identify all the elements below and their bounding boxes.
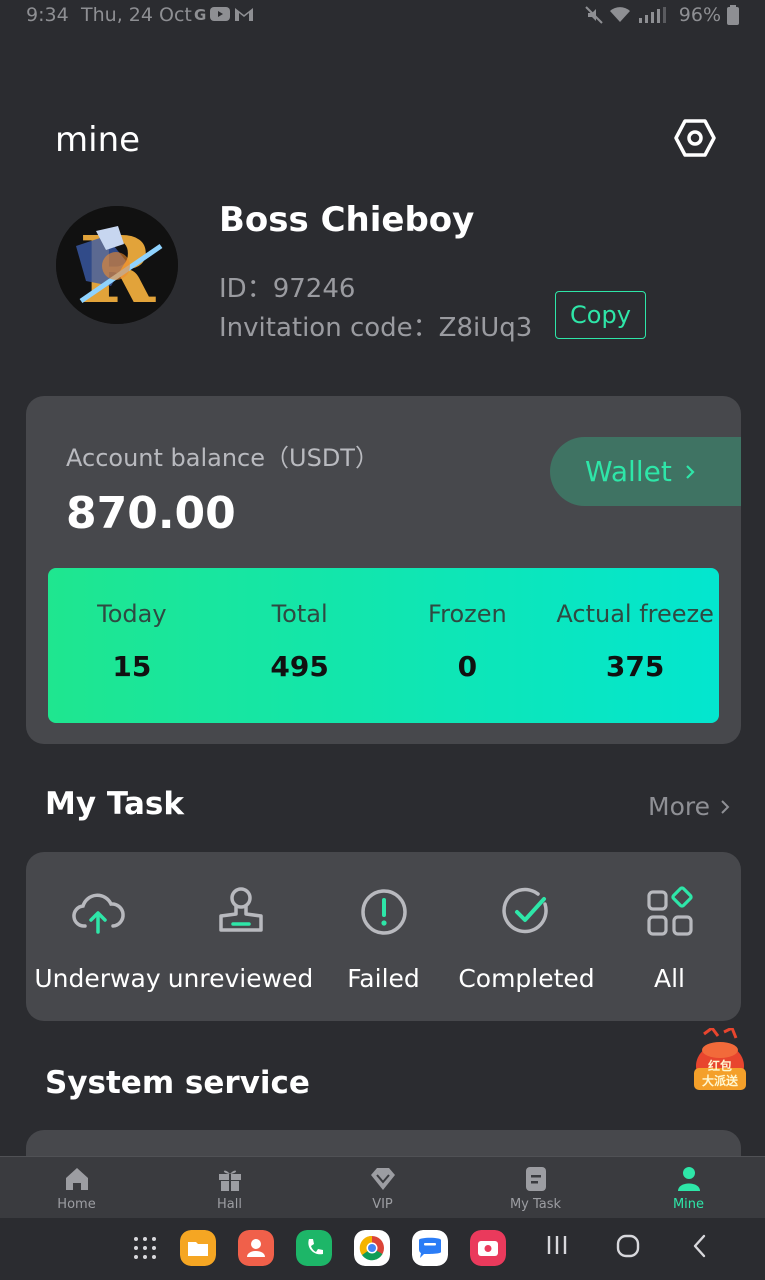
- task-label: Failed: [347, 964, 420, 993]
- task-label: unreviewed: [167, 964, 314, 993]
- task-all[interactable]: All: [598, 852, 741, 1021]
- phone-app-icon[interactable]: [296, 1230, 332, 1266]
- task-completed[interactable]: Completed: [455, 852, 598, 1021]
- balance-card: Account balance（USDT） 870.00 Wallet Toda…: [26, 396, 741, 744]
- screen-recorder-app-icon[interactable]: [470, 1230, 506, 1266]
- task-label: All: [654, 964, 685, 993]
- back-button-icon[interactable]: [690, 1234, 710, 1258]
- invitation-value: Z8iUq3: [438, 313, 533, 343]
- system-service-title: System service: [45, 1065, 310, 1101]
- earnings-stats: Today 15 Total 495 Frozen 0 Actual freez…: [48, 568, 719, 723]
- chevron-right-icon: [686, 464, 695, 479]
- nav-label: Hall: [217, 1197, 242, 1212]
- nav-my-task[interactable]: My Task: [459, 1157, 612, 1218]
- balance-label: Account balance（USDT）: [66, 444, 379, 472]
- exclamation-circle-icon: [360, 889, 407, 935]
- hexagon-settings-icon[interactable]: [674, 117, 716, 159]
- user-id: ID：97246: [219, 268, 355, 305]
- system-nav-bar: [0, 1218, 765, 1280]
- status-date: Thu, 24 Oct: [81, 4, 192, 26]
- nav-label: My Task: [509, 1197, 562, 1212]
- red-envelope-promo[interactable]: 红包 大派送: [690, 1028, 750, 1094]
- signal-icon: [638, 7, 666, 23]
- nav-label: VIP: [372, 1197, 393, 1212]
- stat-label: Frozen: [428, 600, 507, 628]
- promo-line2: 大派送: [702, 1073, 739, 1088]
- check-circle-icon: [501, 887, 548, 934]
- task-failed[interactable]: Failed: [312, 852, 455, 1021]
- stat-value: 495: [270, 650, 329, 683]
- id-value: 97246: [272, 274, 356, 304]
- app-dock: [132, 1230, 506, 1266]
- person-icon: [677, 1167, 700, 1191]
- chevron-right-icon: [721, 799, 730, 814]
- copy-button[interactable]: Copy: [555, 291, 646, 339]
- page-title: mine: [55, 120, 141, 160]
- stat-label: Total: [271, 600, 328, 628]
- bottom-nav: Home Hall VIP My Task Mine: [0, 1156, 765, 1218]
- invitation-label: Invitation code：: [219, 313, 439, 343]
- google-icon: G: [194, 6, 207, 24]
- task-unreviewed[interactable]: unreviewed: [168, 852, 313, 1021]
- stat-label: Actual freeze: [556, 600, 714, 628]
- wifi-icon: [609, 7, 630, 22]
- nav-mine[interactable]: Mine: [612, 1157, 765, 1218]
- stat-value: 375: [605, 650, 665, 683]
- youtube-icon: [210, 7, 231, 21]
- battery-icon: [727, 5, 739, 25]
- diamond-icon: [370, 1168, 395, 1190]
- cloud-upload-icon: [71, 893, 125, 934]
- task-list-icon: [525, 1167, 546, 1191]
- more-link[interactable]: More: [648, 792, 730, 821]
- status-time: 9:34: [26, 4, 69, 26]
- invitation-code: Invitation code：Z8iUq3: [219, 307, 532, 344]
- stat-actual-freeze: Actual freeze 375: [551, 568, 719, 723]
- balance-value: 870.00: [66, 488, 236, 539]
- battery-level: 96%: [678, 4, 721, 26]
- my-task-title: My Task: [45, 786, 184, 822]
- more-label: More: [648, 792, 710, 821]
- messages-app-icon[interactable]: [412, 1230, 448, 1266]
- status-bar: 9:34 Thu, 24 Oct G 96%: [0, 0, 765, 32]
- wallet-label: Wallet: [585, 455, 672, 488]
- contacts-app-icon[interactable]: [238, 1230, 274, 1266]
- recent-apps-icon[interactable]: [546, 1234, 568, 1256]
- wallet-button[interactable]: Wallet: [550, 437, 741, 506]
- chrome-app-icon[interactable]: [354, 1230, 390, 1266]
- stat-total: Total 495: [216, 568, 384, 723]
- files-app-icon[interactable]: [180, 1230, 216, 1266]
- task-label: Underway: [34, 964, 161, 993]
- task-card: Underway unreviewed Failed Completed All: [26, 852, 741, 1021]
- stat-frozen: Frozen 0: [384, 568, 552, 723]
- stat-value: 0: [457, 650, 478, 683]
- mute-icon: [585, 6, 603, 24]
- gmail-icon: [235, 8, 254, 21]
- stat-today: Today 15: [48, 568, 216, 723]
- avatar[interactable]: R: [56, 206, 178, 324]
- app-drawer-icon[interactable]: [132, 1235, 158, 1261]
- stamp-icon: [218, 887, 263, 932]
- task-underway[interactable]: Underway: [26, 852, 169, 1021]
- nav-label: Home: [57, 1197, 96, 1212]
- stat-label: Today: [97, 600, 167, 628]
- nav-vip[interactable]: VIP: [306, 1157, 459, 1218]
- grid-icon: [646, 886, 693, 936]
- home-button-icon[interactable]: [616, 1234, 640, 1258]
- stat-value: 15: [112, 650, 152, 683]
- nav-hall[interactable]: Hall: [153, 1157, 306, 1218]
- id-label: ID：: [219, 274, 273, 304]
- task-label: Completed: [458, 964, 595, 993]
- home-icon: [65, 1168, 88, 1190]
- username: Boss Chieboy: [219, 200, 475, 240]
- promo-line1: 红包: [708, 1058, 732, 1073]
- nav-label: Mine: [672, 1197, 705, 1212]
- gift-icon: [218, 1170, 241, 1191]
- nav-home[interactable]: Home: [0, 1157, 153, 1218]
